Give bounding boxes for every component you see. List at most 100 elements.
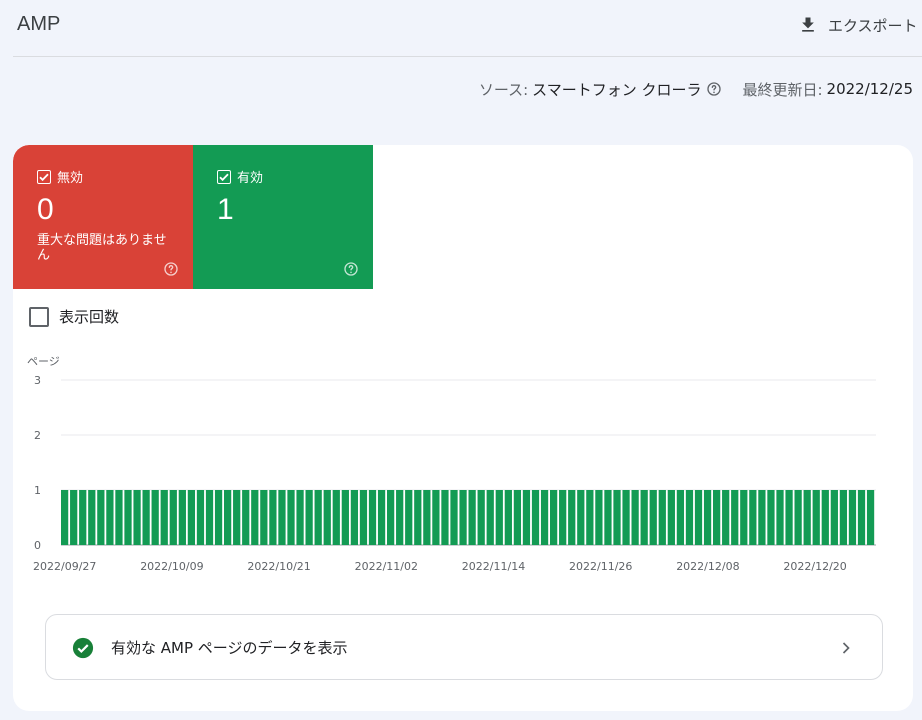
chart-bar <box>848 490 857 545</box>
source-info: ソース: スマートフォン クローラ 最終更新日: 2022/12/25 <box>479 78 913 100</box>
chart-bar <box>278 490 286 545</box>
chart-bar <box>423 490 431 545</box>
chart-bar <box>676 490 685 545</box>
chart-bar <box>839 490 848 545</box>
chart-bar <box>694 490 703 545</box>
chart-bar <box>622 490 630 545</box>
chart-bar <box>169 490 177 545</box>
chart-bar <box>151 490 159 545</box>
chart-bar <box>740 490 748 545</box>
chart-bar <box>205 490 214 545</box>
impressions-label: 表示回数 <box>59 308 120 326</box>
chart-bar <box>224 490 232 545</box>
chart-bar <box>785 490 793 545</box>
chart-bar <box>857 490 866 545</box>
chart-bar <box>441 490 449 545</box>
chart-bar <box>260 490 268 545</box>
chart-bar <box>196 490 205 545</box>
chart-bar <box>595 490 603 545</box>
chart-y-tick-label: 1 <box>34 484 41 497</box>
chart-bar <box>722 490 730 545</box>
chart-bar <box>115 490 123 545</box>
chart-bar <box>251 490 259 545</box>
chart-bar <box>187 490 196 545</box>
chart-bar <box>486 490 494 545</box>
chart-x-tick-label: 2022/11/14 <box>462 560 525 573</box>
valid-tile[interactable]: 有効 1 <box>193 145 373 289</box>
valid-tile-header: 有効 <box>217 167 263 186</box>
invalid-tile[interactable]: 無効 0 重大な問題はありません <box>13 145 193 289</box>
help-icon[interactable] <box>163 261 179 277</box>
chart-bar <box>142 490 150 545</box>
chart-bar <box>133 490 141 545</box>
chart-bar <box>296 490 304 545</box>
chart-y-ticks: 0 1 2 3 <box>34 374 41 552</box>
impressions-checkbox[interactable] <box>29 306 49 327</box>
chart-bar <box>459 490 467 545</box>
chart-x-tick-label: 2022/11/26 <box>569 560 632 573</box>
chart-bar <box>332 490 340 545</box>
pages-chart: ページ 0123 2022/09/27 2022/10/09 2022/10/21 2… <box>27 355 876 573</box>
chart-bar <box>106 490 114 545</box>
invalid-count: 0 <box>37 193 54 226</box>
chart-bar <box>269 490 277 545</box>
chart-y-tick-label: 2 <box>34 429 41 442</box>
impressions-toggle[interactable]: 表示回数 <box>29 306 119 327</box>
chart-bar <box>88 490 96 545</box>
chart-bar <box>368 490 377 545</box>
chart-x-tick-label: 2022/10/09 <box>140 560 203 573</box>
chart-bar <box>359 490 368 545</box>
updated-value: 2022/12/25 <box>826 80 913 98</box>
chart-bar <box>432 490 440 545</box>
invalid-subtitle: 重大な問題はありません <box>37 233 167 263</box>
chart-x-tick-label: 2022/12/08 <box>676 560 739 573</box>
chart-bar <box>649 490 657 545</box>
chart-bar <box>685 490 694 545</box>
invalid-label: 無効 <box>57 171 84 186</box>
chart-bar <box>794 490 802 545</box>
valid-label: 有効 <box>237 171 264 186</box>
chart-bar <box>323 490 331 545</box>
view-valid-amp-data-label: 有効な AMP ページのデータを表示 <box>111 639 348 657</box>
chart-bar <box>160 490 168 545</box>
page-title: AMP <box>17 13 61 35</box>
chart-bar <box>350 490 359 545</box>
chart-bar <box>667 490 675 545</box>
source-label: ソース: <box>478 80 529 99</box>
chart-bar <box>70 490 78 545</box>
chart-bar <box>577 490 585 545</box>
view-valid-amp-data-link[interactable]: 有効な AMP ページのデータを表示 <box>45 614 883 680</box>
chart-y-axis-label: ページ <box>27 355 60 368</box>
chart-bar <box>631 490 639 545</box>
chart-bar <box>713 490 721 545</box>
download-icon <box>802 17 814 32</box>
chevron-right-icon <box>842 642 850 654</box>
chart-bar <box>640 490 648 545</box>
checkbox-checked-icon[interactable] <box>37 169 51 184</box>
chart-bar <box>377 490 386 545</box>
chart-bar <box>97 490 105 545</box>
chart-bar <box>586 490 594 545</box>
chart-bar <box>233 490 241 545</box>
chart-bar <box>568 490 576 545</box>
export-label: エクスポート <box>828 16 918 35</box>
valid-count: 1 <box>217 193 234 226</box>
export-button[interactable]: エクスポート <box>798 12 918 38</box>
chart-y-tick-label: 0 <box>34 539 41 552</box>
chart-bar <box>477 490 485 545</box>
chart-bar <box>450 490 458 545</box>
chart-x-tick-label: 2022/11/02 <box>355 560 418 573</box>
invalid-tile-header: 無効 <box>37 167 83 186</box>
chart-y-tick-label: 3 <box>34 374 41 387</box>
chart-bar <box>830 490 838 545</box>
chart-x-ticks: 2022/09/27 2022/10/09 2022/10/21 2022/11/02… <box>33 560 847 573</box>
chart-bar <box>504 490 512 545</box>
chart-bars <box>61 490 875 545</box>
chart-bar <box>468 490 476 545</box>
chart-bar <box>613 490 621 545</box>
checkbox-checked-icon[interactable] <box>217 169 231 184</box>
chart-bar <box>124 490 132 545</box>
help-icon[interactable] <box>343 261 359 277</box>
help-icon[interactable] <box>706 81 722 97</box>
chart-x-tick-label: 2022/10/21 <box>247 560 310 573</box>
